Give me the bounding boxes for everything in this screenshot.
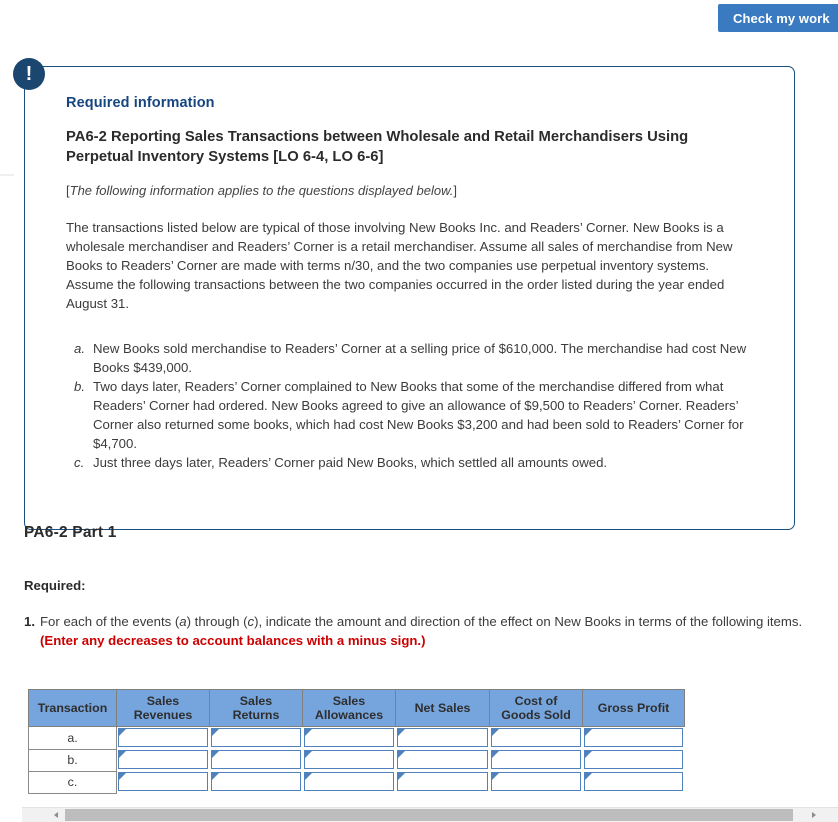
input-a-sales-returns[interactable]: [210, 728, 301, 747]
header-line: Net Sales: [414, 700, 471, 715]
input-a-cost-of-goods-sold[interactable]: [490, 728, 581, 747]
input-c-sales-allowances[interactable]: [303, 772, 394, 791]
header-line: Goods Sold: [501, 708, 571, 722]
top-toolbar: Check my work: [0, 0, 838, 40]
input-c-sales-revenues[interactable]: [118, 772, 208, 791]
page-edge-divider: [0, 174, 14, 176]
header-line: Sales: [146, 693, 180, 708]
requirement-text-mid1: ) through (: [186, 614, 248, 629]
cell-a-sales-revenues[interactable]: [116, 726, 210, 749]
cell-b-net-sales[interactable]: [395, 749, 490, 771]
scroll-right-arrow-icon[interactable]: [812, 812, 816, 818]
required-information-card: Required information PA6-2 Reporting Sal…: [24, 66, 795, 530]
header-line: Transaction: [37, 700, 108, 715]
header-line: Sales: [239, 693, 273, 708]
event-text-b: Two days later, Readers’ Corner complain…: [93, 379, 744, 452]
scroll-left-arrow-icon[interactable]: [54, 812, 58, 818]
event-item-c: c. Just three days later, Readers’ Corne…: [66, 453, 758, 472]
column-header-sales-allowances: Sales Allowances: [302, 689, 396, 727]
cell-b-sales-revenues[interactable]: [116, 749, 210, 771]
cell-b-sales-allowances[interactable]: [302, 749, 396, 771]
input-b-sales-allowances[interactable]: [303, 750, 394, 769]
applies-to-note-text: The following information applies to the…: [69, 183, 454, 199]
table-row: b.: [28, 748, 685, 772]
input-a-sales-allowances[interactable]: [303, 728, 394, 747]
exclamation-icon: !: [13, 58, 45, 90]
bracket-close: ]: [453, 183, 457, 199]
input-c-net-sales[interactable]: [396, 772, 488, 791]
cell-a-sales-allowances[interactable]: [302, 726, 396, 749]
cell-b-gross-profit[interactable]: [582, 749, 685, 771]
input-a-sales-revenues[interactable]: [118, 728, 208, 747]
cell-b-sales-returns[interactable]: [209, 749, 303, 771]
input-b-gross-profit[interactable]: [583, 750, 683, 769]
requirement-warning: (Enter any decreases to account balances…: [40, 633, 426, 649]
part-title: PA6-2 Part 1: [24, 524, 117, 541]
cell-a-gross-profit[interactable]: [582, 726, 685, 749]
row-label-c: c.: [28, 770, 117, 794]
column-header-sales-returns: Sales Returns: [209, 689, 303, 727]
cell-a-sales-returns[interactable]: [209, 726, 303, 749]
input-c-gross-profit[interactable]: [583, 772, 683, 791]
input-c-sales-returns[interactable]: [210, 772, 301, 791]
column-header-transaction: Transaction: [28, 689, 117, 727]
table-row: a.: [28, 726, 685, 750]
check-my-work-button[interactable]: Check my work: [718, 4, 838, 32]
applies-to-note: [The following information applies to th…: [66, 183, 758, 198]
requirement-1: 1. For each of the events (a) through (c)…: [24, 612, 820, 650]
event-text-c: Just three days later, Readers’ Corner p…: [93, 455, 608, 471]
cell-c-sales-returns[interactable]: [209, 771, 303, 793]
intro-paragraph: The transactions listed below are typica…: [66, 220, 733, 312]
cell-c-net-sales[interactable]: [395, 771, 490, 793]
requirement-number: 1.: [24, 614, 35, 629]
input-b-sales-revenues[interactable]: [118, 750, 208, 769]
answer-table-header-row: Transaction Sales Revenues Sales Returns…: [28, 689, 685, 727]
input-a-gross-profit[interactable]: [583, 728, 683, 747]
scrollbar-thumb[interactable]: [65, 809, 793, 821]
problem-title: PA6-2 Reporting Sales Transactions betwe…: [66, 129, 689, 165]
column-header-cost-of-goods-sold: Cost of Goods Sold: [489, 689, 583, 727]
header-line: Gross Profit: [597, 700, 670, 715]
cell-a-net-sales[interactable]: [395, 726, 490, 749]
event-letter-b: b.: [74, 379, 85, 395]
header-line: Revenues: [133, 708, 193, 722]
horizontal-scrollbar[interactable]: [22, 807, 838, 822]
header-line: Returns: [232, 708, 280, 722]
row-label-a: a.: [28, 726, 117, 750]
row-label-b: b.: [28, 748, 117, 772]
cell-b-cost-of-goods-sold[interactable]: [489, 749, 583, 771]
requirement-text-mid2: ), indicate the amount and direction of …: [254, 614, 803, 629]
cell-a-cost-of-goods-sold[interactable]: [489, 726, 583, 749]
required-information-label: Required information: [66, 95, 215, 111]
event-item-a: a. New Books sold merchandise to Readers…: [66, 339, 758, 377]
input-b-cost-of-goods-sold[interactable]: [490, 750, 581, 769]
column-header-gross-profit: Gross Profit: [582, 689, 685, 727]
input-a-net-sales[interactable]: [396, 728, 488, 747]
header-line: Allowances: [314, 708, 384, 722]
table-row: c.: [28, 770, 685, 794]
cell-c-cost-of-goods-sold[interactable]: [489, 771, 583, 793]
answer-table-container: Transaction Sales Revenues Sales Returns…: [28, 689, 685, 794]
events-list: a. New Books sold merchandise to Readers…: [66, 339, 758, 472]
cell-c-sales-allowances[interactable]: [302, 771, 396, 793]
event-item-b: b. Two days later, Readers’ Corner compl…: [66, 377, 758, 453]
cell-c-gross-profit[interactable]: [582, 771, 685, 793]
column-header-net-sales: Net Sales: [395, 689, 490, 727]
input-c-cost-of-goods-sold[interactable]: [490, 772, 581, 791]
required-label: Required:: [24, 578, 86, 593]
input-b-net-sales[interactable]: [396, 750, 488, 769]
input-b-sales-returns[interactable]: [210, 750, 301, 769]
column-header-sales-revenues: Sales Revenues: [116, 689, 210, 727]
cell-c-sales-revenues[interactable]: [116, 771, 210, 793]
answer-table: Transaction Sales Revenues Sales Returns…: [28, 689, 685, 794]
requirement-text-before: For each of the events (: [40, 614, 180, 629]
header-line: Sales: [332, 693, 366, 708]
event-letter-c: c.: [74, 455, 85, 471]
header-line: Cost of: [514, 693, 558, 708]
event-text-a: New Books sold merchandise to Readers’ C…: [93, 341, 747, 376]
requirement-italic-a: a: [179, 614, 187, 629]
event-letter-a: a.: [74, 341, 85, 357]
